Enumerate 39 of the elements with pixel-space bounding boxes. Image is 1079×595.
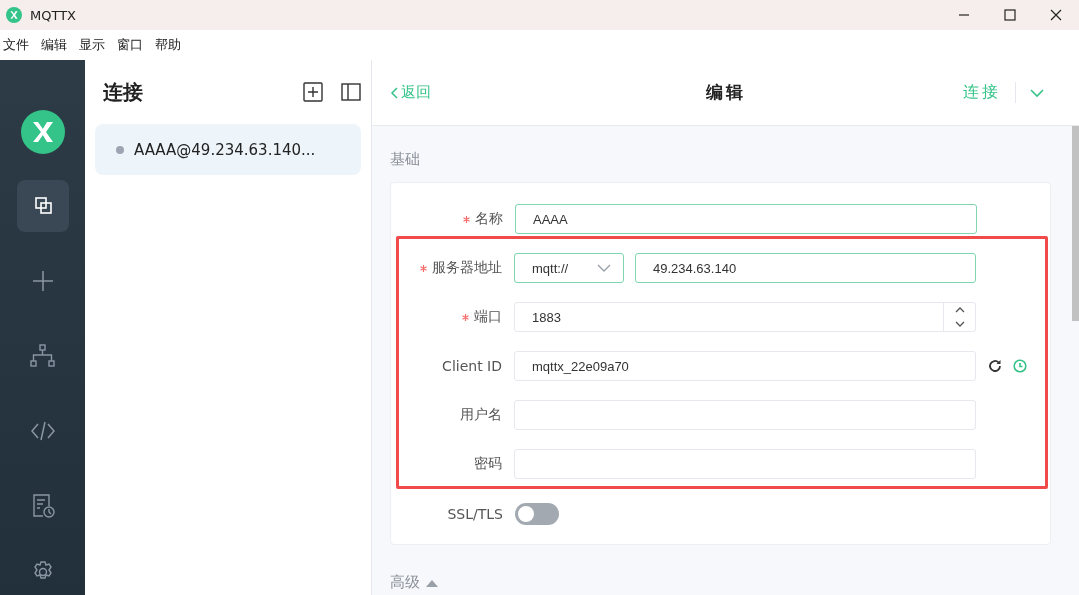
page-title: 编辑 <box>705 81 746 104</box>
increment-icon[interactable] <box>954 306 965 314</box>
field-label: 用户名 <box>460 406 502 424</box>
menu-item[interactable]: 帮助 <box>155 36 181 54</box>
protocol-select[interactable]: mqtt:// <box>514 253 624 283</box>
input-field[interactable]: mqttx_22e09a70 <box>514 351 976 381</box>
host-input[interactable]: 49.234.63.140 <box>635 253 976 283</box>
field-label: Client ID <box>442 358 502 374</box>
scrollbar[interactable] <box>1072 126 1079 321</box>
chevron-down-icon <box>597 263 611 273</box>
field-label: 服务器地址 <box>432 259 502 277</box>
input-field[interactable] <box>514 400 976 430</box>
panel-title: 连接 <box>103 78 143 106</box>
section-title: 基础 <box>390 150 420 169</box>
menu-item[interactable]: 显示 <box>79 36 105 54</box>
menu-item[interactable]: 文件 <box>3 36 29 54</box>
input-field[interactable] <box>514 449 976 479</box>
add-icon[interactable] <box>303 82 323 102</box>
chevron-left-icon <box>390 86 398 99</box>
menu-item[interactable]: 窗口 <box>117 36 143 54</box>
port-input[interactable]: 1883 <box>514 302 976 332</box>
app-logo-icon <box>6 7 22 23</box>
window-title: MQTTX <box>30 7 76 23</box>
field-label: 密码 <box>474 455 502 473</box>
clock-icon[interactable] <box>1013 359 1027 373</box>
connection-item[interactable]: AAAA@49.234.63.140... <box>95 124 361 175</box>
field-label: SSL/TLS <box>447 506 503 522</box>
app-logo-icon <box>20 110 65 154</box>
chevron-down-icon[interactable] <box>1030 87 1044 98</box>
connections-icon[interactable] <box>16 180 69 232</box>
field-label: 名称 <box>475 210 503 228</box>
sidebar-toggle-icon[interactable] <box>341 82 361 102</box>
decrement-icon[interactable] <box>954 320 965 328</box>
input-field[interactable]: AAAA <box>515 204 977 234</box>
toggle-switch[interactable] <box>515 503 559 525</box>
field-label: 端口 <box>474 308 502 326</box>
caret-up-icon[interactable] <box>426 578 438 587</box>
refresh-icon[interactable] <box>988 359 1002 373</box>
menu-item[interactable]: 编辑 <box>41 36 67 54</box>
